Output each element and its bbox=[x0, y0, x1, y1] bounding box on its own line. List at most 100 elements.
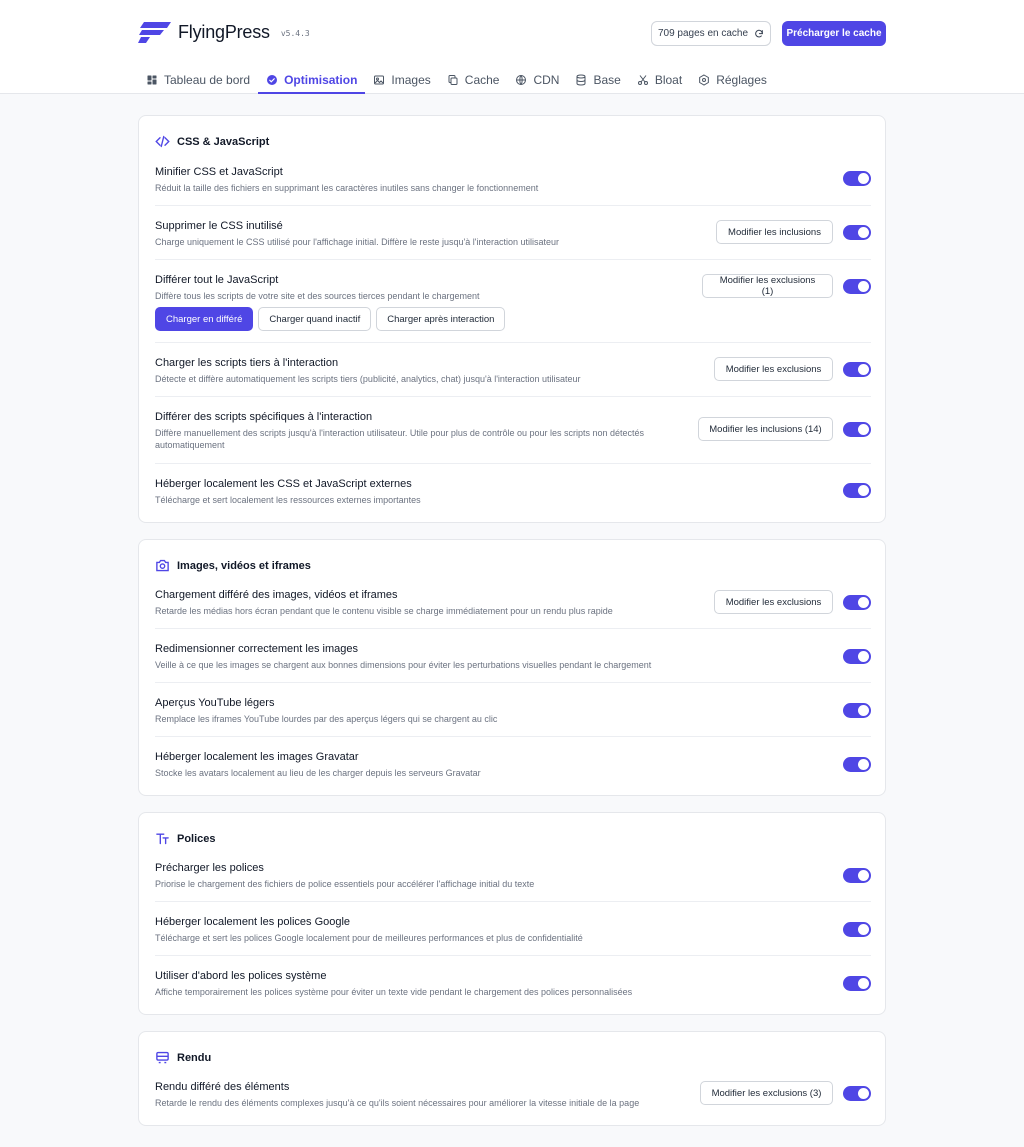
divider bbox=[155, 736, 871, 737]
divider bbox=[155, 396, 871, 397]
setting-row: Précharger les polices Priorise le charg… bbox=[155, 861, 871, 890]
app-logo[interactable]: FlyingPress v5.4.3 bbox=[138, 20, 310, 44]
tab-settings[interactable]: Réglages bbox=[698, 66, 775, 94]
image-icon bbox=[374, 75, 385, 85]
edit-exclusions-button[interactable]: Modifier les exclusions (1) bbox=[702, 274, 833, 298]
tab-base[interactable]: Base bbox=[575, 66, 628, 94]
tab-dashboard[interactable]: Tableau de bord bbox=[146, 66, 258, 94]
toggle-switch[interactable] bbox=[843, 757, 871, 772]
cache-count-button[interactable]: 709 pages en cache bbox=[651, 21, 771, 46]
setting-description: Retarde les médias hors écran pendant qu… bbox=[155, 606, 613, 616]
tab-label: Réglages bbox=[716, 73, 767, 87]
preload-cache-button[interactable]: Précharger le cache bbox=[782, 21, 886, 46]
toggle-switch[interactable] bbox=[843, 868, 871, 883]
toggle-switch[interactable] bbox=[843, 225, 871, 240]
section-rendering: Rendu Rendu différé des éléments Retarde… bbox=[138, 1031, 886, 1126]
setting-row: Rendu différé des éléments Retarde le re… bbox=[155, 1080, 871, 1109]
setting-description: Télécharge et sert les polices Google lo… bbox=[155, 933, 583, 943]
setting-description: Stocke les avatars localement au lieu de… bbox=[155, 768, 481, 778]
camera-icon bbox=[156, 559, 169, 572]
toggle-switch[interactable] bbox=[843, 483, 871, 498]
setting-row: Minifier CSS et JavaScript Réduit la tai… bbox=[155, 165, 871, 194]
setting-description: Télécharge et sert localement les ressou… bbox=[155, 495, 421, 505]
toggle-switch[interactable] bbox=[843, 279, 871, 294]
toggle-switch[interactable] bbox=[843, 595, 871, 610]
setting-row: Héberger localement les images Gravatar … bbox=[155, 750, 871, 779]
text-type-icon bbox=[156, 833, 169, 845]
mode-load-deferred[interactable]: Charger en différé bbox=[155, 307, 254, 331]
edit-exclusions-button[interactable]: Modifier les exclusions (3) bbox=[700, 1081, 833, 1105]
tab-label: Images bbox=[391, 73, 431, 87]
setting-row: Différer tout le JavaScript Diffère tous… bbox=[155, 273, 871, 331]
toggle-switch[interactable] bbox=[843, 171, 871, 186]
toggle-switch[interactable] bbox=[843, 362, 871, 377]
section-css-javascript: CSS & JavaScript Minifier CSS et JavaScr… bbox=[138, 115, 886, 523]
tab-images[interactable]: Images bbox=[373, 66, 438, 94]
mode-load-interaction[interactable]: Charger après interaction bbox=[376, 307, 506, 331]
setting-title: Minifier CSS et JavaScript bbox=[155, 166, 283, 178]
divider bbox=[155, 259, 871, 260]
setting-title: Héberger localement les images Gravatar bbox=[155, 751, 359, 763]
section-title: Rendu bbox=[155, 1050, 211, 1065]
setting-description: Réduit la taille des fichiers en supprim… bbox=[155, 183, 539, 193]
code-icon bbox=[155, 135, 170, 148]
flyingpress-logo-icon bbox=[138, 22, 171, 43]
gear-icon bbox=[699, 74, 710, 86]
check-badge-icon bbox=[267, 75, 278, 85]
setting-description: Veille à ce que les images se chargent a… bbox=[155, 660, 652, 670]
tab-label: Optimisation bbox=[284, 73, 358, 87]
setting-row: Chargement différé des images, vidéos et… bbox=[155, 588, 871, 617]
divider bbox=[155, 901, 871, 902]
tab-label: Cache bbox=[464, 73, 500, 87]
section-title: Polices bbox=[155, 831, 216, 846]
toggle-switch[interactable] bbox=[843, 922, 871, 937]
setting-description: Diffère tous les scripts de votre site e… bbox=[155, 291, 480, 301]
setting-title: Redimensionner correctement les images bbox=[155, 643, 358, 655]
tab-optimisation[interactable]: Optimisation bbox=[258, 66, 366, 94]
toggle-switch[interactable] bbox=[843, 649, 871, 664]
database-icon bbox=[576, 74, 586, 86]
setting-title: Utiliser d'abord les polices système bbox=[155, 970, 327, 982]
setting-row: Aperçus YouTube légers Remplace les ifra… bbox=[155, 696, 871, 725]
divider bbox=[155, 628, 871, 629]
cache-count-label: 709 pages en cache bbox=[657, 28, 749, 39]
setting-description: Détecte et diffère automatiquement les s… bbox=[155, 374, 581, 384]
section-title: CSS & JavaScript bbox=[155, 134, 269, 149]
toggle-switch[interactable] bbox=[843, 1086, 871, 1101]
toggle-switch[interactable] bbox=[843, 703, 871, 718]
divider bbox=[155, 682, 871, 683]
setting-description: Retarde le rendu des éléments complexes … bbox=[155, 1098, 640, 1108]
globe-icon bbox=[516, 75, 527, 85]
version-label: v5.4.3 bbox=[280, 29, 310, 38]
mode-load-idle[interactable]: Charger quand inactif bbox=[258, 307, 372, 331]
setting-row: Redimensionner correctement les images V… bbox=[155, 642, 871, 671]
setting-row: Différer des scripts spécifiques à l'int… bbox=[155, 410, 871, 451]
scissors-icon bbox=[637, 75, 648, 85]
refresh-icon bbox=[755, 29, 763, 37]
copy-icon bbox=[448, 75, 458, 85]
js-load-mode-selector: Charger en différé Charger quand inactif… bbox=[155, 307, 506, 331]
setting-row: Héberger localement les CSS et JavaScrip… bbox=[155, 477, 871, 506]
section-title: Images, vidéos et iframes bbox=[155, 558, 311, 573]
tab-cdn[interactable]: CDN bbox=[515, 66, 567, 94]
tab-label: Base bbox=[593, 73, 621, 87]
app-name: FlyingPress bbox=[178, 21, 270, 42]
tab-label: Tableau de bord bbox=[164, 73, 251, 87]
edit-exclusions-button[interactable]: Modifier les exclusions bbox=[714, 590, 833, 614]
setting-row: Charger les scripts tiers à l'interactio… bbox=[155, 356, 871, 385]
section-images-videos-iframes: Images, vidéos et iframes Chargement dif… bbox=[138, 539, 886, 796]
edit-inclusions-button[interactable]: Modifier les inclusions bbox=[716, 220, 833, 244]
top-header: FlyingPress v5.4.3 709 pages en cache Pr… bbox=[0, 0, 1024, 94]
toggle-switch[interactable] bbox=[843, 422, 871, 437]
dashboard-icon bbox=[147, 75, 157, 85]
edit-exclusions-button[interactable]: Modifier les exclusions bbox=[714, 357, 833, 381]
setting-description: Affiche temporairement les polices systè… bbox=[155, 987, 633, 997]
setting-description: Remplace les iframes YouTube lourdes par… bbox=[155, 714, 498, 724]
tab-bloat[interactable]: Bloat bbox=[637, 66, 690, 94]
setting-title: Héberger localement les polices Google bbox=[155, 916, 351, 928]
tab-cache[interactable]: Cache bbox=[447, 66, 508, 94]
main-tabs: Tableau de bord Optimisation Images Cach… bbox=[146, 66, 783, 94]
divider bbox=[155, 955, 871, 956]
edit-inclusions-button[interactable]: Modifier les inclusions (14) bbox=[698, 417, 833, 441]
toggle-switch[interactable] bbox=[843, 976, 871, 991]
